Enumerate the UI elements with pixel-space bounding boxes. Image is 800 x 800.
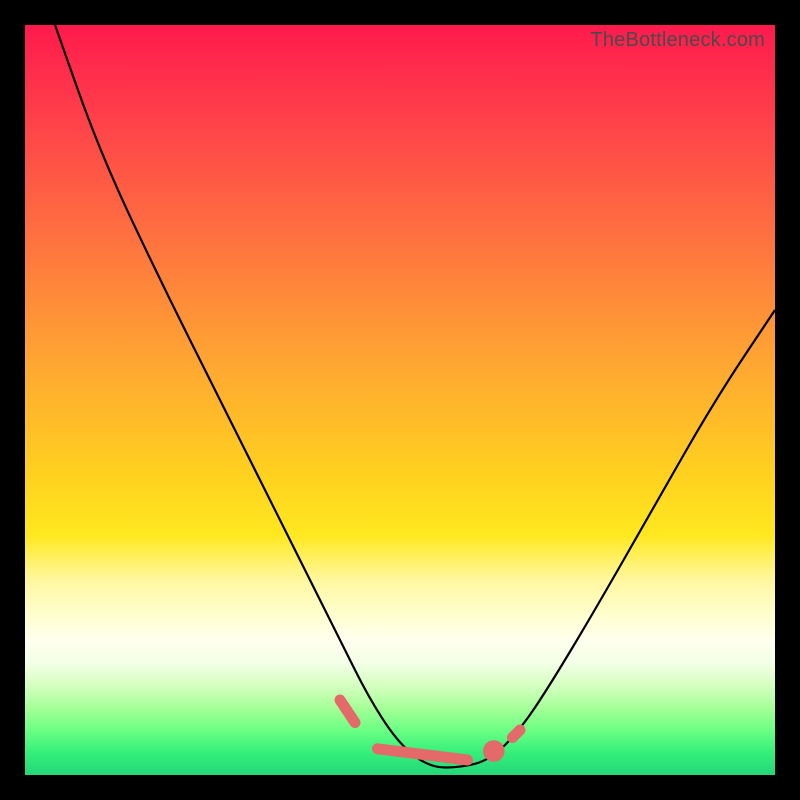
marker-dot bbox=[483, 740, 505, 762]
chart-svg bbox=[25, 25, 775, 775]
curve-markers bbox=[340, 700, 520, 762]
bottleneck-curve bbox=[55, 25, 775, 768]
marker-segment bbox=[378, 749, 468, 760]
chart-plot-area: TheBottleneck.com bbox=[25, 25, 775, 775]
marker-segment bbox=[513, 730, 521, 738]
marker-segment bbox=[340, 700, 355, 723]
